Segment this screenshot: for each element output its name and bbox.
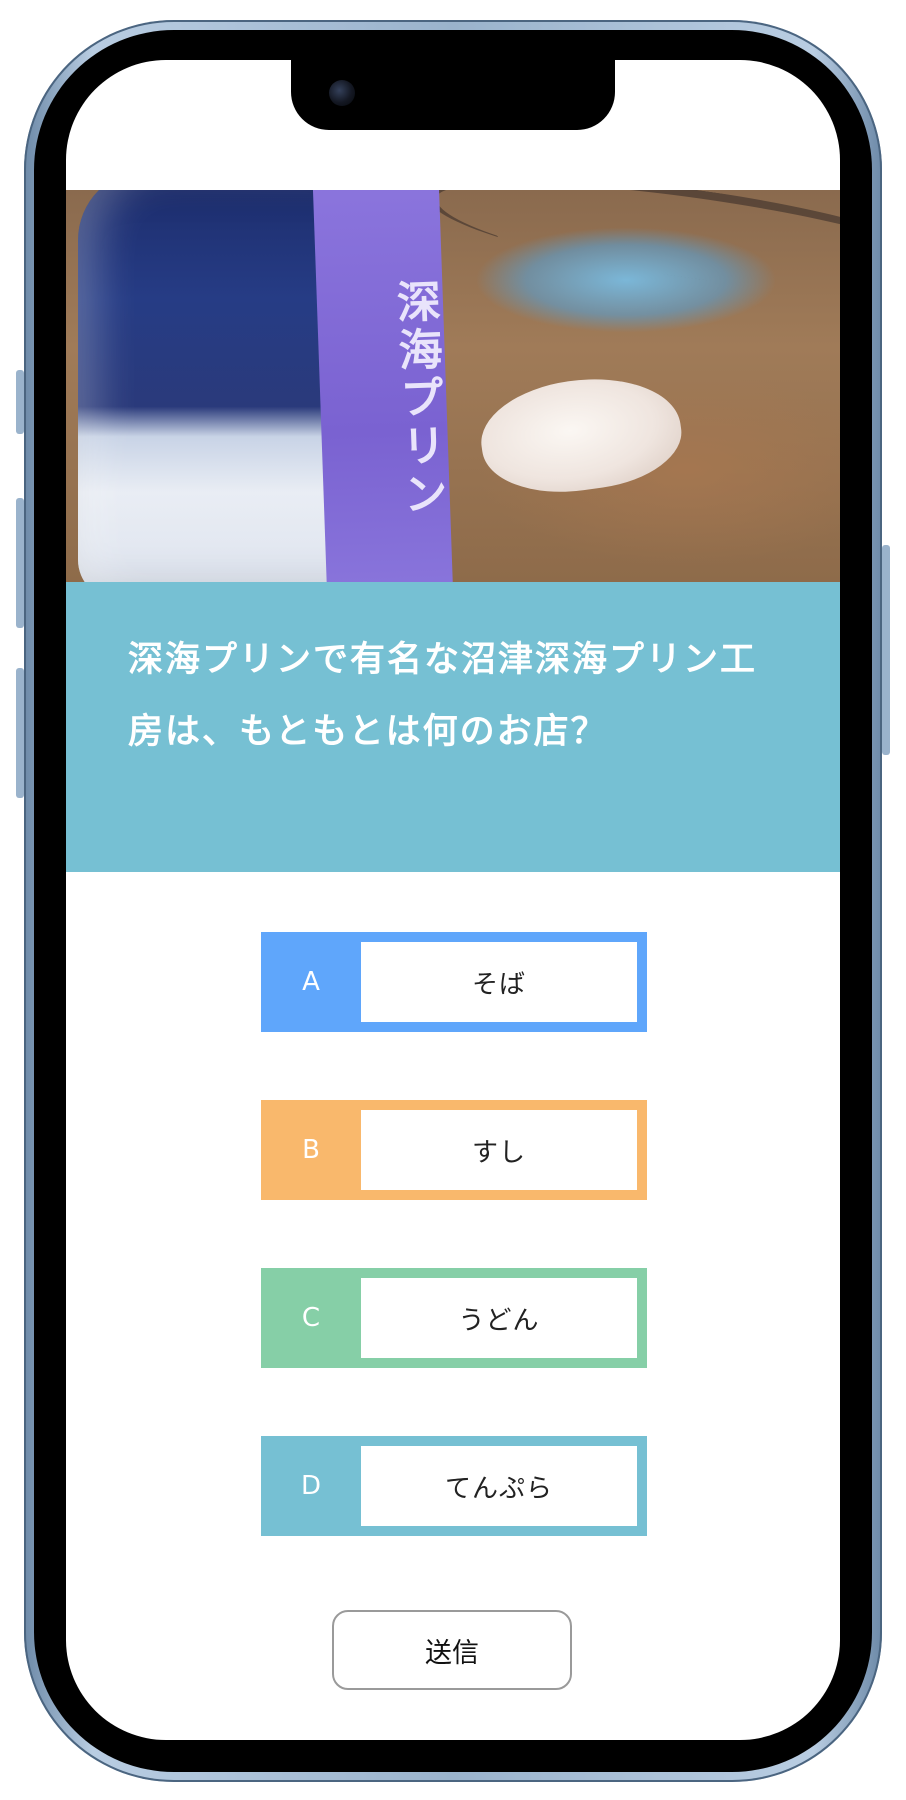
submit-button[interactable]: 送信: [332, 1610, 572, 1690]
power-button: [882, 545, 890, 755]
option-label-c: うどん: [361, 1268, 647, 1368]
phone-screen: 深海プリン 深海プリンで有名な沼津深海プリン工房は、もともとは何のお店？ A そ…: [66, 60, 840, 1740]
option-letter-d: D: [261, 1436, 361, 1536]
seashell: [474, 366, 688, 504]
volume-up-button: [16, 498, 24, 628]
quiz-hero-image: 深海プリン: [66, 190, 840, 582]
answer-option-d[interactable]: D てんぷら: [261, 1436, 647, 1536]
front-camera-icon: [329, 80, 355, 106]
answer-option-a[interactable]: A そば: [261, 932, 647, 1032]
silent-switch: [16, 370, 24, 434]
option-label-d: てんぷら: [361, 1436, 647, 1536]
option-label-b: すし: [361, 1100, 647, 1200]
question-text: 深海プリンで有名な沼津深海プリン工房は、もともとは何のお店？: [128, 640, 758, 752]
answer-options: A そば B すし C うどん D てんぷら: [261, 932, 647, 1604]
notch: [291, 60, 615, 130]
pudding-ribbon-label: 深海プリン: [312, 190, 454, 582]
option-label-a: そば: [361, 932, 647, 1032]
option-letter-a: A: [261, 932, 361, 1032]
question-panel: 深海プリンで有名な沼津深海プリン工房は、もともとは何のお店？: [66, 582, 840, 872]
option-letter-c: C: [261, 1268, 361, 1368]
volume-down-button: [16, 668, 24, 798]
answer-option-c[interactable]: C うどん: [261, 1268, 647, 1368]
answer-option-b[interactable]: B すし: [261, 1100, 647, 1200]
tray-rim: [422, 190, 840, 315]
option-letter-b: B: [261, 1100, 361, 1200]
